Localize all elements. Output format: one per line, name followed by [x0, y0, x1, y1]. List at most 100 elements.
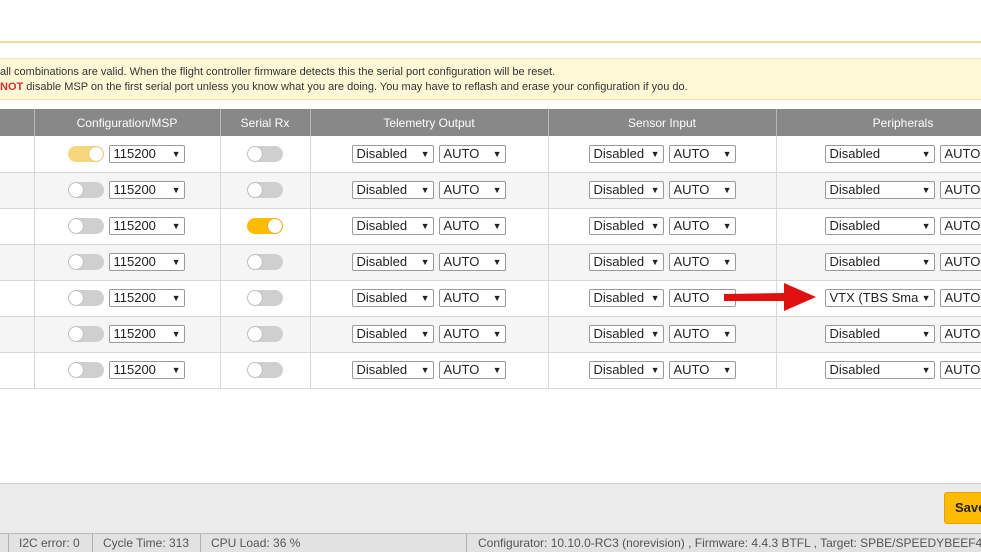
- sensor-select[interactable]: Disabled ▼: [588, 217, 664, 235]
- telemetry-baud-select[interactable]: AUTO ▼: [438, 144, 506, 163]
- telemetry-baud-select[interactable]: AUTO ▼: [438, 325, 506, 343]
- serial-rx-toggle[interactable]: [247, 326, 283, 342]
- serial-rx-toggle[interactable]: [247, 145, 283, 162]
- peripheral-baud-select-value: AUTO: [944, 254, 981, 269]
- chevron-down-icon: ▼: [648, 145, 660, 162]
- telemetry-select-value: Disabled: [356, 362, 408, 377]
- msp-baud-select[interactable]: 115200 ▼: [108, 217, 185, 235]
- chevron-down-icon: ▼: [720, 182, 732, 198]
- sensor-select[interactable]: Disabled ▼: [588, 289, 664, 307]
- toggle-knob: [68, 183, 83, 197]
- serial-rx-toggle[interactable]: [247, 254, 283, 270]
- peripheral-select[interactable]: VTX (TBS Sma ▼: [824, 289, 935, 307]
- chevron-down-icon: ▼: [418, 218, 430, 234]
- red-arrow-icon: [724, 283, 816, 311]
- sensor-baud-select[interactable]: AUTO ▼: [668, 325, 736, 343]
- telemetry-select[interactable]: Disabled ▼: [351, 289, 434, 307]
- peripheral-baud-select[interactable]: AUTO▼: [939, 217, 981, 235]
- telemetry-baud-select[interactable]: AUTO ▼: [438, 181, 506, 199]
- status-configurator-info: Configurator: 10.10.0-RC3 (norevision) ,…: [478, 536, 981, 550]
- msp-baud-select-value: 115200: [113, 145, 156, 161]
- msp-toggle[interactable]: [67, 290, 104, 306]
- peripheral-baud-select[interactable]: AUTO▼: [939, 144, 981, 163]
- table-row: 115200 ▼ Disabled ▼ AUTO ▼ Disabled ▼ AUTO ▼ Disab…: [0, 244, 981, 281]
- peripheral-baud-select[interactable]: AUTO▼: [939, 289, 981, 307]
- peripheral-select[interactable]: Disabled ▼: [824, 253, 935, 271]
- telemetry-select-value: Disabled: [356, 182, 408, 197]
- peripheral-select[interactable]: Disabled ▼: [824, 325, 935, 343]
- peripheral-baud-select-value: AUTO: [944, 218, 981, 233]
- peripheral-baud-select[interactable]: AUTO▼: [939, 361, 981, 379]
- msp-baud-select[interactable]: 115200 ▼: [108, 144, 185, 163]
- chevron-down-icon: ▼: [169, 218, 181, 234]
- toggle-knob: [68, 291, 83, 305]
- sensor-baud-select[interactable]: AUTO ▼: [668, 181, 736, 199]
- serial-rx-toggle[interactable]: [247, 182, 283, 198]
- msp-toggle[interactable]: [67, 254, 104, 270]
- telemetry-select[interactable]: Disabled ▼: [351, 144, 434, 163]
- sensor-baud-select[interactable]: AUTO ▼: [668, 144, 736, 163]
- msp-toggle[interactable]: [67, 362, 104, 378]
- telemetry-baud-select[interactable]: AUTO ▼: [438, 217, 506, 235]
- telemetry-baud-select[interactable]: AUTO ▼: [438, 253, 506, 271]
- peripheral-baud-select-value: AUTO: [944, 182, 981, 197]
- telemetry-select[interactable]: Disabled ▼: [351, 217, 434, 235]
- sensor-baud-select-value: AUTO: [673, 182, 710, 197]
- msp-baud-select[interactable]: 115200 ▼: [108, 181, 185, 199]
- msp-baud-select[interactable]: 115200 ▼: [108, 361, 185, 379]
- chevron-down-icon: ▼: [418, 145, 430, 162]
- sensor-baud-select[interactable]: AUTO ▼: [668, 253, 736, 271]
- telemetry-select[interactable]: Disabled ▼: [351, 253, 434, 271]
- msp-toggle[interactable]: [67, 218, 104, 234]
- toggle-knob: [248, 146, 262, 161]
- peripheral-select[interactable]: Disabled ▼: [824, 181, 935, 199]
- cell-serial-rx: [220, 244, 311, 281]
- msp-toggle[interactable]: [67, 326, 104, 342]
- peripheral-select[interactable]: Disabled ▼: [824, 361, 935, 379]
- sensor-baud-select[interactable]: AUTO ▼: [668, 361, 736, 379]
- serial-rx-toggle[interactable]: [247, 290, 283, 306]
- cell-identifier: [0, 280, 35, 317]
- chevron-down-icon: ▼: [919, 362, 931, 378]
- sensor-select[interactable]: Disabled ▼: [588, 325, 664, 343]
- sensor-select[interactable]: Disabled ▼: [588, 253, 664, 271]
- peripheral-select[interactable]: Disabled ▼: [824, 217, 935, 235]
- sensor-select[interactable]: Disabled ▼: [588, 144, 664, 163]
- chevron-down-icon: ▼: [490, 218, 502, 234]
- save-button[interactable]: Save: [944, 492, 981, 524]
- msp-toggle[interactable]: [67, 182, 104, 198]
- msp-baud-select[interactable]: 115200 ▼: [108, 253, 185, 271]
- chevron-down-icon: ▼: [648, 362, 660, 378]
- sensor-select[interactable]: Disabled ▼: [588, 181, 664, 199]
- sensor-select-value: Disabled: [593, 290, 645, 305]
- sensor-baud-select[interactable]: AUTO ▼: [668, 217, 736, 235]
- cell-sensor-input: Disabled▼AUTO▼: [548, 316, 777, 353]
- msp-baud-select[interactable]: 115200 ▼: [108, 289, 185, 307]
- cell-serial-rx: [220, 172, 311, 209]
- peripheral-select[interactable]: Disabled ▼: [824, 144, 935, 163]
- peripheral-baud-select[interactable]: AUTO▼: [939, 181, 981, 199]
- serial-rx-toggle[interactable]: [247, 218, 283, 234]
- cell-configuration-msp: 115200 ▼: [34, 280, 221, 317]
- table-header-row: Configuration/MSP Serial Rx Telemetry Ou…: [0, 109, 981, 136]
- notice-line-2-rest: disable MSP on the first serial port unl…: [23, 81, 688, 93]
- peripheral-baud-select[interactable]: AUTO▼: [939, 325, 981, 343]
- chevron-down-icon: ▼: [490, 326, 502, 342]
- msp-toggle[interactable]: [67, 145, 104, 162]
- cell-identifier: [0, 244, 35, 281]
- peripheral-baud-select[interactable]: AUTO▼: [939, 253, 981, 271]
- telemetry-select[interactable]: Disabled ▼: [351, 181, 434, 199]
- telemetry-baud-select-value: AUTO: [443, 182, 480, 197]
- telemetry-select[interactable]: Disabled ▼: [351, 325, 434, 343]
- cell-identifier: [0, 172, 35, 209]
- msp-baud-select[interactable]: 115200 ▼: [108, 325, 185, 343]
- sensor-select[interactable]: Disabled ▼: [588, 361, 664, 379]
- telemetry-select[interactable]: Disabled ▼: [351, 361, 434, 379]
- serial-ports-table: Configuration/MSP Serial Rx Telemetry Ou…: [0, 109, 981, 389]
- telemetry-baud-select[interactable]: AUTO ▼: [438, 289, 506, 307]
- serial-rx-toggle[interactable]: [247, 362, 283, 378]
- msp-baud-select-value: 115200: [113, 290, 156, 305]
- cell-configuration-msp: 115200 ▼: [34, 352, 221, 389]
- telemetry-baud-select[interactable]: AUTO ▼: [438, 361, 506, 379]
- chevron-down-icon: ▼: [648, 182, 660, 198]
